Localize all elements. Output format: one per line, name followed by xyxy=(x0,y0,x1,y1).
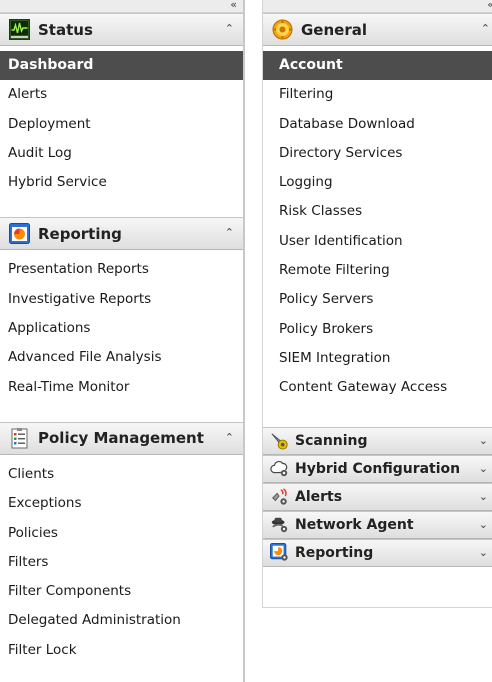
section-title: Scanning xyxy=(295,432,368,449)
chevron-down-icon[interactable]: ⌄ xyxy=(479,490,488,503)
status-monitor-icon xyxy=(9,19,30,40)
nav-item-advanced-file-analysis[interactable]: Advanced File Analysis xyxy=(0,343,243,372)
section-header-network-agent[interactable]: Network Agent ⌄ xyxy=(263,510,492,539)
left-collapse-bar: « xyxy=(0,0,243,13)
status-items: Dashboard Alerts Deployment Audit Log Hy… xyxy=(0,46,243,197)
nav-item-siem-integration[interactable]: SIEM Integration xyxy=(263,344,492,373)
section-header-policy-management[interactable]: Policy Management ⌃ xyxy=(0,421,243,455)
section-title: Network Agent xyxy=(295,516,414,533)
nav-item-deployment[interactable]: Deployment xyxy=(0,110,243,139)
section-title: Alerts xyxy=(295,488,343,505)
nav-item-clients[interactable]: Clients xyxy=(0,460,243,489)
reporting-settings-icon xyxy=(270,543,288,561)
nav-item-policies[interactable]: Policies xyxy=(0,519,243,548)
section-header-hybrid-configuration[interactable]: Hybrid Configuration ⌄ xyxy=(263,454,492,483)
section-header-reporting-settings[interactable]: Reporting ⌄ xyxy=(263,538,492,567)
right-nav-panel: « General ⌃ Account Filtering Database D… xyxy=(262,0,492,608)
nav-item-investigative-reports[interactable]: Investigative Reports xyxy=(0,285,243,314)
alerts-icon xyxy=(272,488,287,505)
nav-item-filtering[interactable]: Filtering xyxy=(263,80,492,109)
policy-list-icon xyxy=(11,427,28,449)
nav-item-audit-log[interactable]: Audit Log xyxy=(0,139,243,168)
nav-item-filters[interactable]: Filters xyxy=(0,548,243,577)
nav-item-logging[interactable]: Logging xyxy=(263,168,492,197)
nav-item-directory-services[interactable]: Directory Services xyxy=(263,139,492,168)
nav-item-content-gateway-access[interactable]: Content Gateway Access xyxy=(263,373,492,402)
nav-item-filter-components[interactable]: Filter Components xyxy=(0,577,243,606)
section-header-reporting[interactable]: Reporting ⌃ xyxy=(0,217,243,251)
hybrid-cloud-icon xyxy=(270,461,288,477)
nav-item-applications[interactable]: Applications xyxy=(0,314,243,343)
section-header-general[interactable]: General ⌃ xyxy=(263,13,492,46)
reporting-items: Presentation Reports Investigative Repor… xyxy=(0,250,243,401)
general-gear-icon xyxy=(272,19,293,40)
section-header-status[interactable]: Status ⌃ xyxy=(0,13,243,46)
nav-item-dashboard[interactable]: Dashboard xyxy=(0,51,243,81)
general-items: Account Filtering Database Download Dire… xyxy=(263,46,492,403)
collapse-left-icon[interactable]: « xyxy=(230,0,237,12)
left-nav-panel: « Status ⌃ Dashboard Alerts Deployment A… xyxy=(0,0,245,682)
scanning-icon xyxy=(271,433,288,450)
nav-item-hybrid-service[interactable]: Hybrid Service xyxy=(0,168,243,197)
reporting-chart-icon xyxy=(9,223,30,245)
nav-item-database-download[interactable]: Database Download xyxy=(263,110,492,139)
chevron-up-icon[interactable]: ⌃ xyxy=(481,22,490,35)
chevron-up-icon[interactable]: ⌃ xyxy=(225,226,234,239)
chevron-up-icon[interactable]: ⌃ xyxy=(225,431,234,444)
nav-item-alerts[interactable]: Alerts xyxy=(0,80,243,109)
nav-item-presentation-reports[interactable]: Presentation Reports xyxy=(0,255,243,284)
nav-item-user-identification[interactable]: User Identification xyxy=(263,227,492,256)
chevron-down-icon[interactable]: ⌄ xyxy=(479,518,488,531)
section-title: General xyxy=(301,20,367,39)
network-agent-icon xyxy=(271,517,288,533)
chevron-down-icon[interactable]: ⌄ xyxy=(479,434,488,447)
right-collapse-bar: « xyxy=(263,0,492,13)
nav-item-real-time-monitor[interactable]: Real-Time Monitor xyxy=(0,373,243,402)
collapse-right-icon[interactable]: « xyxy=(487,0,492,12)
chevron-up-icon[interactable]: ⌃ xyxy=(225,22,234,35)
chevron-down-icon[interactable]: ⌄ xyxy=(479,546,488,559)
chevron-down-icon[interactable]: ⌄ xyxy=(479,462,488,475)
section-title: Hybrid Configuration xyxy=(295,460,461,477)
nav-item-policy-brokers[interactable]: Policy Brokers xyxy=(263,315,492,344)
nav-item-account[interactable]: Account xyxy=(263,51,492,81)
nav-item-filter-lock[interactable]: Filter Lock xyxy=(0,636,243,665)
policy-management-items: Clients Exceptions Policies Filters Filt… xyxy=(0,455,243,665)
section-title: Reporting xyxy=(295,544,374,561)
section-header-scanning[interactable]: Scanning ⌄ xyxy=(263,426,492,455)
nav-item-exceptions[interactable]: Exceptions xyxy=(0,489,243,518)
nav-item-remote-filtering[interactable]: Remote Filtering xyxy=(263,256,492,285)
section-title: Reporting xyxy=(38,224,122,243)
section-header-alerts[interactable]: Alerts ⌄ xyxy=(263,482,492,511)
nav-item-risk-classes[interactable]: Risk Classes xyxy=(263,197,492,226)
section-title: Status xyxy=(38,20,93,39)
section-title: Policy Management xyxy=(38,429,204,448)
nav-item-policy-servers[interactable]: Policy Servers xyxy=(263,285,492,314)
nav-item-delegated-administration[interactable]: Delegated Administration xyxy=(0,606,243,635)
